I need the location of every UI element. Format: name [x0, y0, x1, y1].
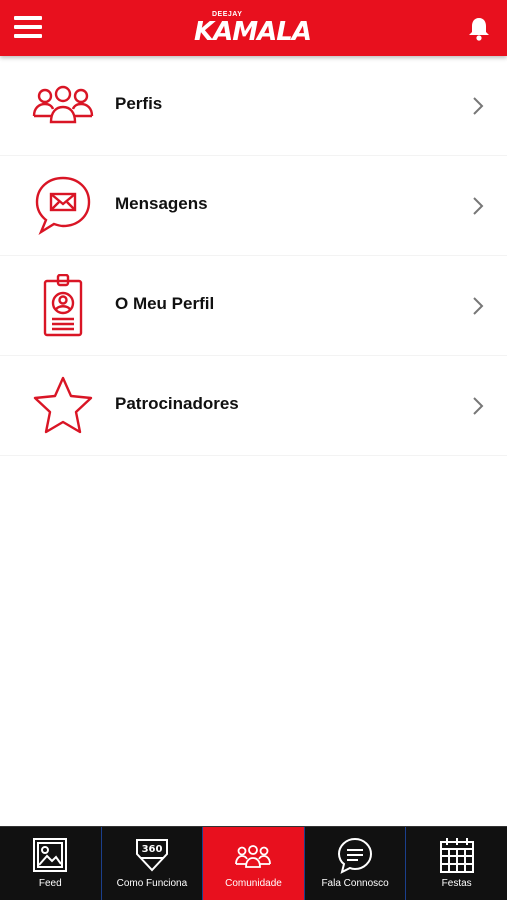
app-logo: DEEJAY KAMALA	[190, 8, 320, 50]
nav-tab-label: Fala Connosco	[321, 878, 389, 889]
menu-item-label: Patrocinadores	[115, 394, 239, 413]
logo-title: KAMALA	[194, 17, 312, 47]
menu-item-label: Perfis	[115, 94, 163, 113]
app-header: DEEJAY KAMALA	[0, 0, 507, 56]
menu-item-label: Mensagens	[115, 194, 208, 213]
nav-tab-label: Como Funciona	[116, 878, 188, 889]
chat-bubble-icon	[336, 836, 374, 876]
image-icon	[31, 836, 69, 876]
menu-item-label: O Meu Perfil	[115, 294, 215, 313]
group-icon	[30, 74, 96, 138]
community-menu-list: Perfis Mensagens O Meu Perfil Patrocinad…	[0, 56, 507, 456]
hamburger-menu-icon[interactable]	[14, 16, 44, 40]
bell-icon[interactable]	[466, 16, 492, 42]
menu-item-mensagens[interactable]: Mensagens	[0, 156, 507, 256]
chevron-right-icon	[470, 395, 486, 417]
nav-tab-label: Feed	[38, 878, 62, 889]
id-badge-icon	[30, 273, 96, 338]
chevron-right-icon	[470, 95, 486, 117]
nav-tab-como-funciona[interactable]: 360 Como Funciona	[102, 827, 204, 900]
menu-item-o-meu-perfil[interactable]: O Meu Perfil	[0, 256, 507, 356]
group-icon	[234, 836, 272, 876]
nav-tab-comunidade[interactable]: Comunidade	[203, 827, 305, 900]
star-icon	[30, 374, 96, 438]
bottom-navigation: Feed 360 Como Funciona Comunidade Fala C…	[0, 826, 507, 900]
nav-tab-label: Comunidade	[225, 878, 282, 889]
nav-tab-label: Festas	[441, 878, 472, 889]
menu-item-patrocinadores[interactable]: Patrocinadores	[0, 356, 507, 456]
message-bubble-icon	[30, 174, 96, 238]
nav-tab-feed[interactable]: Feed	[0, 827, 102, 900]
menu-item-perfis[interactable]: Perfis	[0, 56, 507, 156]
360-icon: 360	[133, 836, 171, 876]
calendar-icon	[438, 836, 476, 876]
chevron-right-icon	[470, 295, 486, 317]
nav-tab-fala-connosco[interactable]: Fala Connosco	[305, 827, 407, 900]
svg-text:360: 360	[141, 844, 162, 855]
nav-tab-festas[interactable]: Festas	[406, 827, 507, 900]
chevron-right-icon	[470, 195, 486, 217]
